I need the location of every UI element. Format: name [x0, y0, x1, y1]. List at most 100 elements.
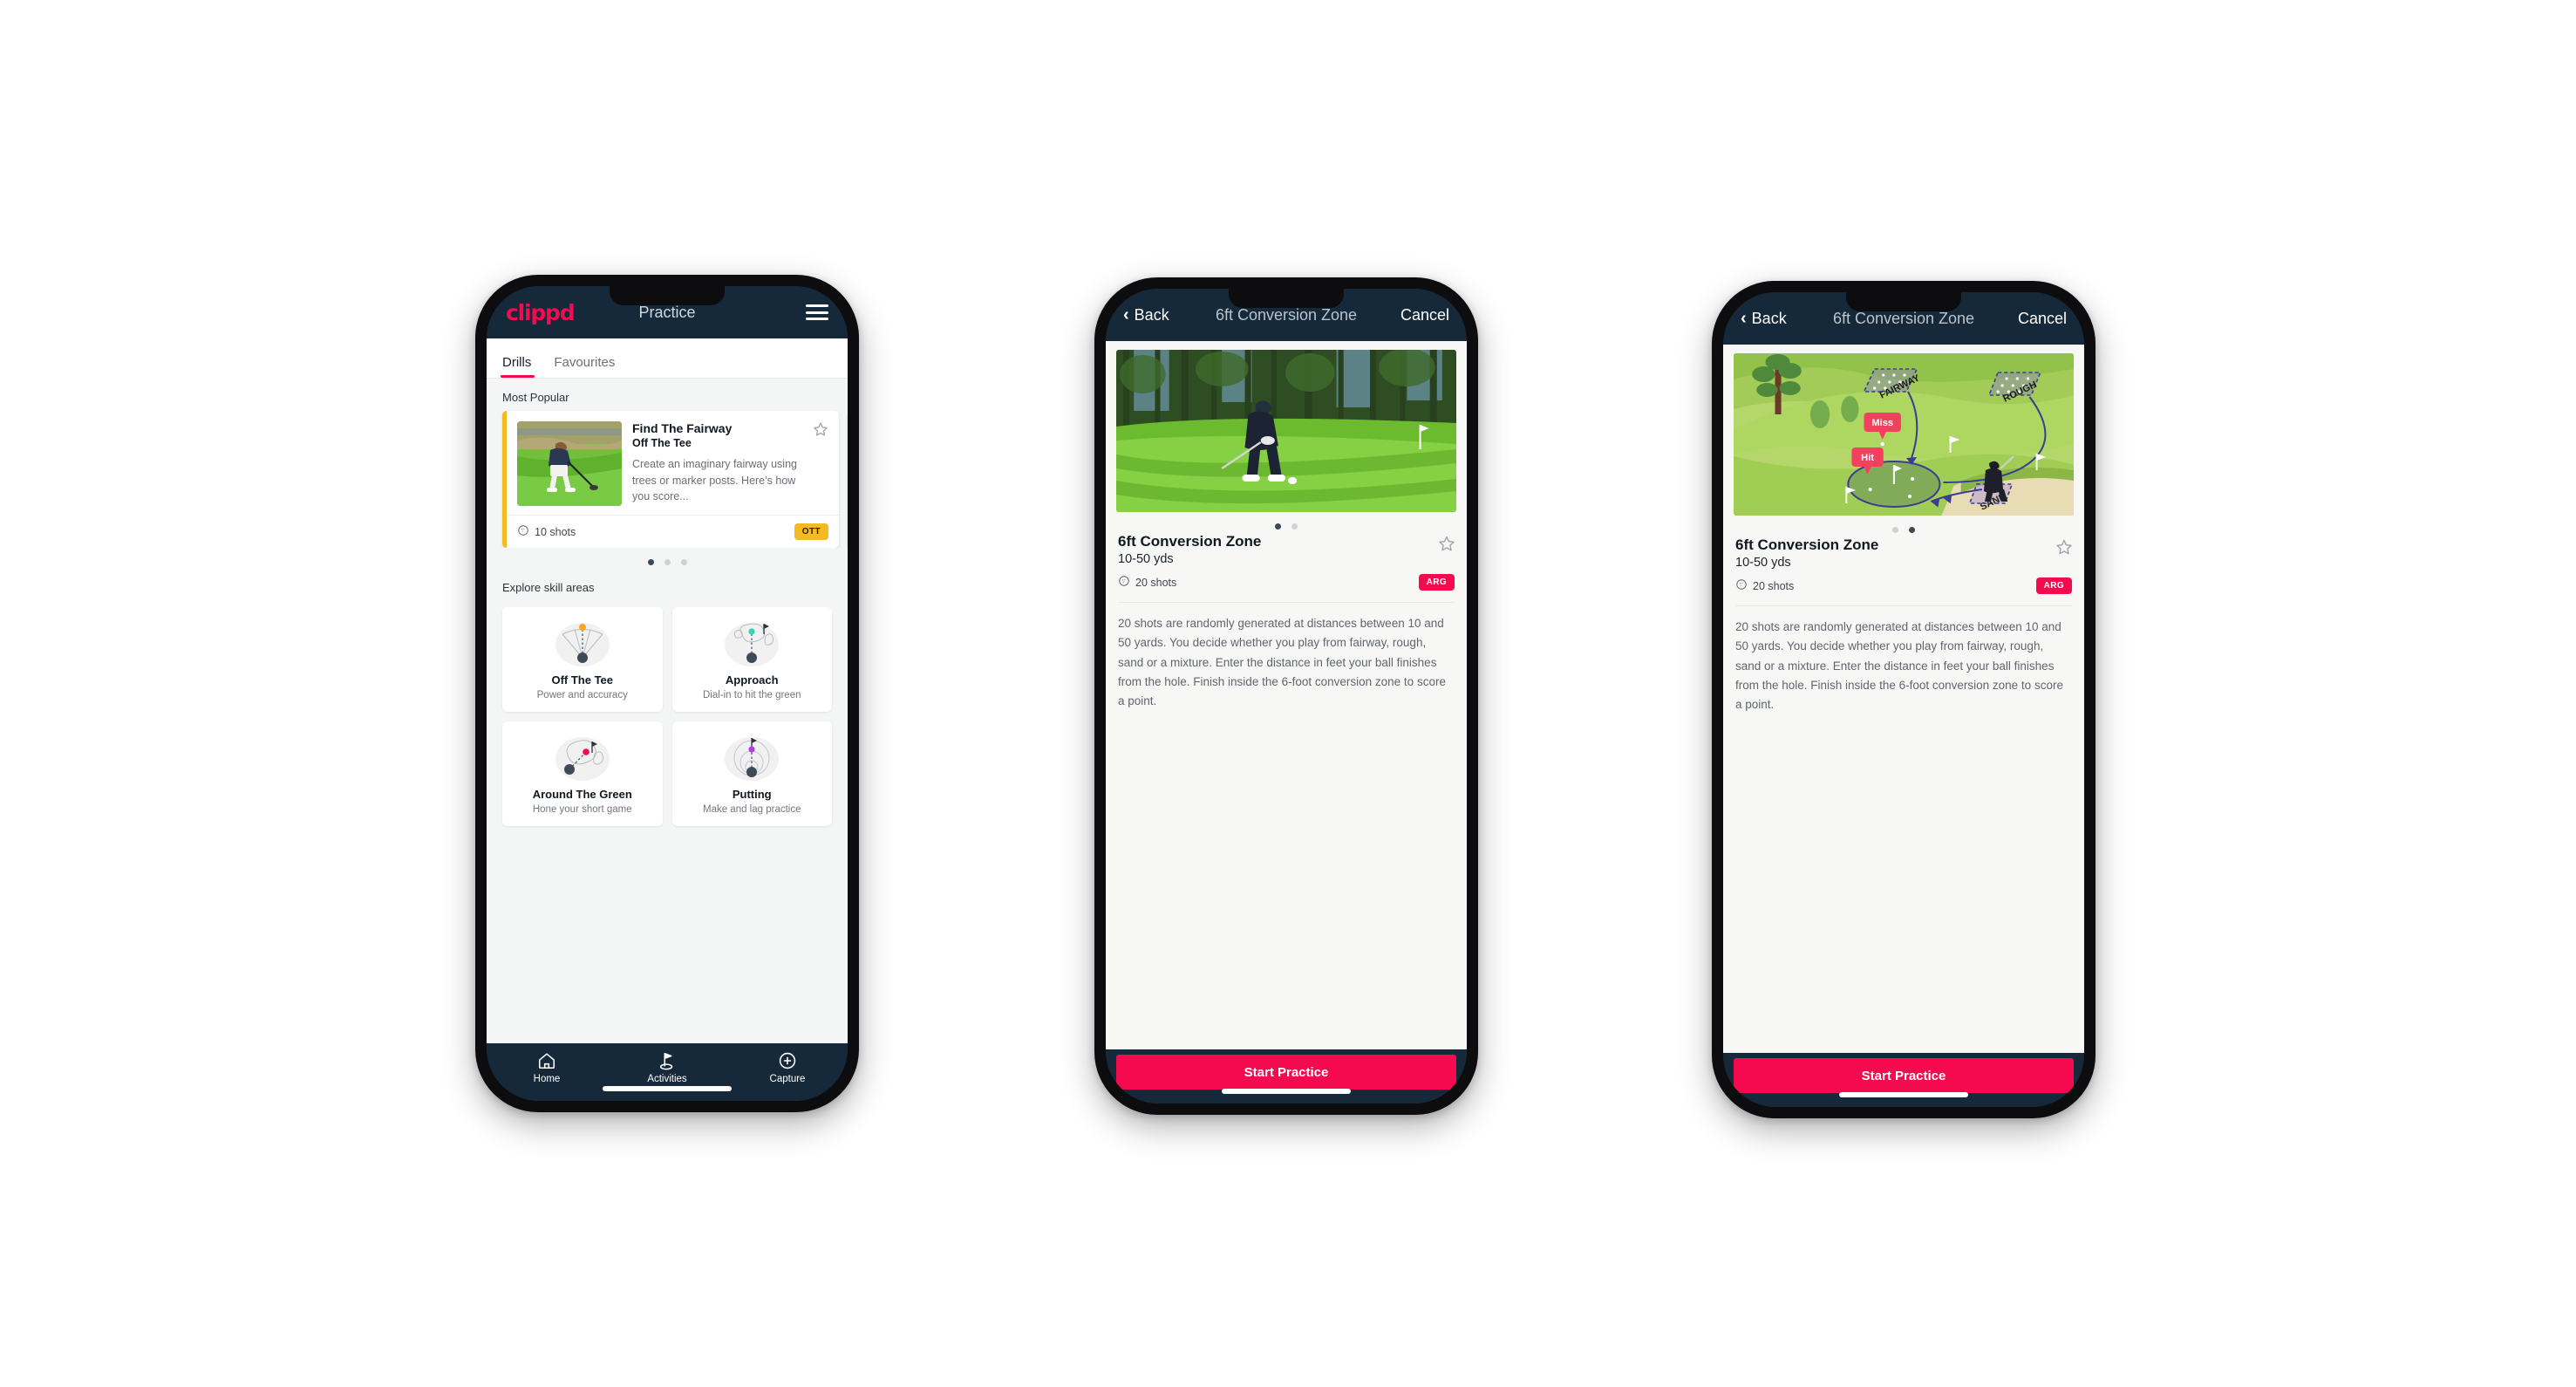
skill-badge-arg: ARG — [1418, 574, 1455, 591]
cta-bar: Start Practice — [1723, 1053, 2084, 1107]
back-label: Back — [1751, 309, 1787, 327]
putting-rings-icon — [678, 732, 828, 782]
detail-yardage: 10-50 yds — [1118, 552, 1174, 566]
nav-label: Activities — [647, 1074, 687, 1084]
star-outline-icon[interactable] — [2055, 538, 2073, 559]
nav-item-activities[interactable]: Activities — [630, 1051, 705, 1084]
practice-screen: Drills Favourites Most Popular Find The … — [487, 338, 848, 1043]
phone-mockup-detail-video: ‹ Back 6ft Conversion Zone Cancel 6ft Co… — [1094, 277, 1478, 1115]
detail-header-block: 6ft Conversion Zone 10-50 yds 20 shots A… — [1723, 536, 2084, 594]
detail-screen: 6ft Conversion Zone 10-50 yds 20 shots A… — [1106, 341, 1467, 1049]
home-indicator — [603, 1086, 732, 1091]
device-notch — [1846, 292, 1961, 311]
skill-badge-arg: ARG — [2035, 577, 2072, 594]
skill-name: Approach — [725, 673, 779, 687]
phone-mockup-practice: clippd Practice Drills Favourites Most P… — [475, 275, 859, 1112]
skill-desc: Dial-in to hit the green — [702, 690, 801, 700]
tab-drills[interactable]: Drills — [500, 355, 543, 378]
detail-title: 6ft Conversion Zone — [1735, 536, 1879, 553]
drill-card[interactable]: Find The Fairway Off The Tee Create an i… — [502, 411, 839, 548]
tab-favourites[interactable]: Favourites — [554, 355, 627, 378]
skill-name: Putting — [732, 788, 772, 801]
bottom-navigation: Home Activities Capture — [487, 1043, 848, 1101]
skill-badge-ott: OTT — [794, 523, 828, 540]
section-explore-skill-areas: Explore skill areas — [502, 581, 595, 594]
hero-video-thumbnail[interactable] — [1116, 350, 1456, 512]
nav-label: Capture — [769, 1074, 806, 1084]
carousel-dot-2[interactable] — [664, 559, 671, 565]
approach-green-icon — [678, 618, 828, 668]
skill-desc: Make and lag practice — [702, 804, 801, 815]
cancel-button[interactable]: Cancel — [2018, 310, 2067, 328]
device-notch — [1229, 289, 1344, 308]
carousel-dot-2[interactable] — [1291, 523, 1298, 530]
nav-item-home[interactable]: Home — [509, 1051, 584, 1084]
skill-name: Around The Green — [532, 788, 632, 801]
tab-bar: Drills Favourites — [487, 338, 848, 379]
carousel-dot-1[interactable] — [1275, 523, 1281, 530]
carousel-dot-2[interactable] — [1909, 527, 1915, 533]
drill-subtitle: Off The Tee — [632, 437, 692, 449]
golfball-icon — [517, 524, 529, 539]
cta-bar: Start Practice — [1106, 1049, 1467, 1103]
drill-title: Find The Fairway — [632, 421, 733, 435]
carousel-dot-1[interactable] — [647, 559, 654, 565]
svg-text:Miss: Miss — [1871, 418, 1893, 428]
back-label: Back — [1134, 305, 1169, 324]
drill-thumbnail — [517, 421, 622, 506]
home-indicator — [1222, 1089, 1351, 1094]
detail-screen: FAIRWAY ROUGH SAND Miss Hit 6ft Conversi… — [1723, 345, 2084, 1053]
hamburger-icon[interactable] — [806, 304, 828, 320]
golfball-icon — [1118, 575, 1130, 590]
nav-label: Home — [533, 1074, 561, 1084]
back-button[interactable]: ‹ Back — [1741, 310, 1787, 328]
shots-label: 20 shots — [1135, 576, 1177, 589]
skill-desc: Power and accuracy — [536, 690, 628, 700]
detail-header-block: 6ft Conversion Zone 10-50 yds 20 shots A… — [1106, 533, 1467, 591]
carousel-dots[interactable] — [1723, 516, 2084, 536]
home-indicator — [1839, 1092, 1968, 1097]
carousel-dots[interactable] — [1106, 512, 1467, 533]
shots-count: 10 shots — [517, 524, 576, 539]
carousel-dots[interactable] — [487, 548, 848, 569]
start-practice-button[interactable]: Start Practice — [1734, 1058, 2074, 1093]
skill-name: Off The Tee — [551, 673, 614, 687]
home-icon — [537, 1051, 556, 1070]
detail-yardage: 10-50 yds — [1735, 556, 1791, 570]
cancel-button[interactable]: Cancel — [1400, 306, 1449, 325]
screenshot-canvas: clippd Practice Drills Favourites Most P… — [0, 0, 2576, 1387]
detail-title: 6ft Conversion Zone — [1118, 533, 1262, 550]
skill-desc: Hone your short game — [532, 804, 632, 815]
skill-areas-grid: Off The Tee Power and accuracy Approach … — [487, 601, 848, 838]
chip-green-icon — [508, 732, 658, 782]
skill-card-putting[interactable]: Putting Make and lag practice — [671, 721, 832, 826]
drill-description: Create an imaginary fairway using trees … — [632, 458, 797, 502]
shots-label: 20 shots — [1753, 579, 1795, 592]
detail-description: 20 shots are randomly generated at dista… — [1118, 617, 1446, 708]
skill-card-around-the-green[interactable]: Around The Green Hone your short game — [502, 721, 663, 826]
chevron-left-icon: ‹ — [1741, 309, 1747, 328]
carousel-dot-1[interactable] — [1892, 527, 1898, 533]
svg-text:Hit: Hit — [1861, 453, 1874, 463]
skill-card-off-the-tee[interactable]: Off The Tee Power and accuracy — [502, 607, 663, 712]
star-outline-icon[interactable] — [1438, 535, 1455, 556]
phone-mockup-detail-diagram: ‹ Back 6ft Conversion Zone Cancel FAIRWA… — [1712, 281, 2096, 1118]
star-outline-icon[interactable] — [813, 421, 828, 437]
chevron-left-icon: ‹ — [1123, 305, 1129, 325]
golfball-icon — [1735, 578, 1748, 593]
shots-count: 20 shots — [1118, 575, 1176, 590]
drill-carousel[interactable]: Find The Fairway Off The Tee Create an i… — [487, 411, 848, 548]
skill-card-approach[interactable]: Approach Dial-in to hit the green — [671, 607, 832, 712]
section-most-popular: Most Popular — [502, 391, 569, 404]
shots-count: 20 shots — [1735, 578, 1794, 593]
nav-item-capture[interactable]: Capture — [750, 1051, 825, 1084]
clippd-logo: clippd — [506, 299, 576, 325]
start-practice-button[interactable]: Start Practice — [1116, 1055, 1456, 1090]
hero-course-diagram[interactable]: FAIRWAY ROUGH SAND Miss Hit — [1734, 353, 2074, 516]
tee-fan-icon — [508, 618, 658, 668]
back-button[interactable]: ‹ Back — [1123, 306, 1169, 325]
shots-label: 10 shots — [535, 525, 576, 538]
device-notch — [610, 286, 725, 305]
detail-description: 20 shots are randomly generated at dista… — [1735, 620, 2063, 712]
carousel-dot-3[interactable] — [680, 559, 687, 565]
